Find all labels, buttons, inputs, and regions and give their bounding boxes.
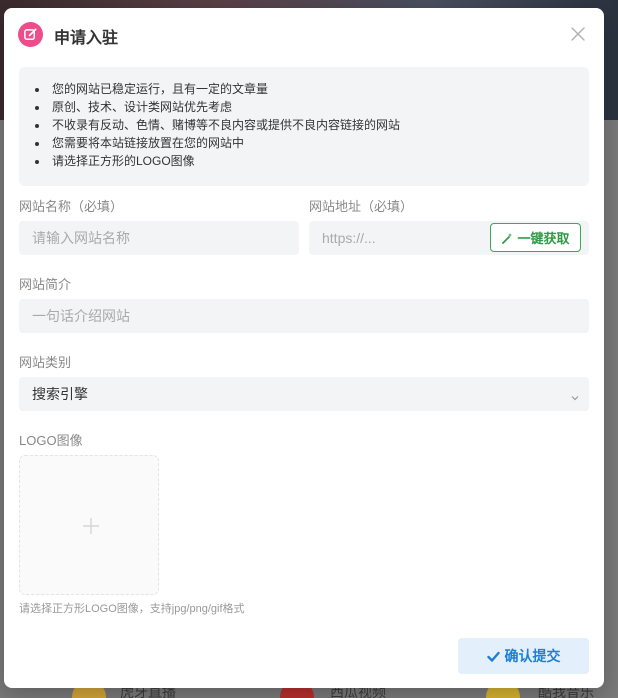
edit-icon: [18, 22, 43, 47]
site-category-select[interactable]: 搜索引擎: [19, 377, 589, 411]
notice-item: 您需要将本站链接放置在您的网站中: [35, 134, 589, 152]
logo-upload[interactable]: [19, 455, 159, 595]
notice-item: 不收录有反动、色情、赌博等不良内容或提供不良内容链接的网站: [35, 116, 589, 134]
dialog-title: 申请入驻: [54, 30, 119, 47]
notice-list: 您的网站已稳定运行，且有一定的文章量 原创、技术、设计类网站优先考虑 不收录有反…: [35, 80, 589, 170]
close-icon[interactable]: [568, 24, 588, 44]
logo-hint: 请选择正方形LOGO图像，支持jpg/png/gif格式: [19, 603, 245, 615]
notice-item: 原创、技术、设计类网站优先考虑: [35, 98, 589, 116]
apply-dialog: 申请入驻 您的网站已稳定运行，且有一定的文章量 原创、技术、设计类网站优先考虑 …: [4, 8, 604, 688]
notice-item: 请选择正方形的LOGO图像: [35, 152, 589, 170]
notice-item: 您的网站已稳定运行，且有一定的文章量: [35, 80, 589, 98]
auto-fetch-label: 一键获取: [517, 231, 570, 246]
notice-box: 您的网站已稳定运行，且有一定的文章量 原创、技术、设计类网站优先考虑 不收录有反…: [19, 67, 589, 186]
check-icon: [486, 651, 500, 662]
submit-label: 确认提交: [504, 648, 561, 664]
chevron-down-icon: [570, 390, 580, 401]
site-url-label: 网站地址（必填）: [309, 199, 414, 214]
site-name-input[interactable]: 请输入网站名称: [19, 221, 299, 255]
plus-icon: [83, 518, 99, 534]
site-name-label: 网站名称（必填）: [19, 199, 124, 214]
logo-label: LOGO图像: [19, 433, 83, 448]
submit-button[interactable]: 确认提交: [458, 638, 589, 674]
auto-fetch-button[interactable]: 一键获取: [490, 223, 581, 252]
site-intro-input[interactable]: 一句话介绍网站: [19, 299, 589, 333]
site-intro-label: 网站简介: [19, 277, 72, 292]
magic-wand-icon: [502, 232, 513, 244]
dialog-header: 申请入驻: [4, 8, 604, 60]
site-category-label: 网站类别: [19, 355, 72, 370]
